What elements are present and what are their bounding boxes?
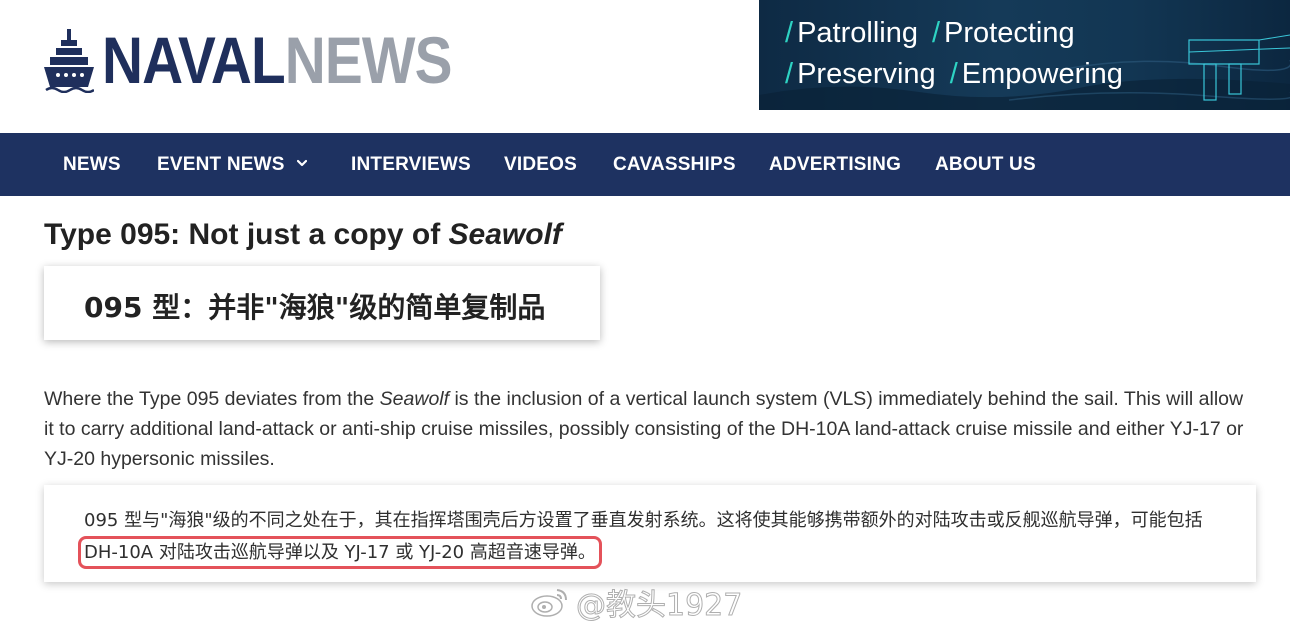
site-header: NAVAL NEWS / Patrolling / Protecting / Preser… [0,0,1290,133]
ad-line-1: / Patrolling / Protecting [785,17,1075,50]
watermark: @教头1927 [530,580,743,624]
nav-item-cavasships[interactable]: CAVASSHIPS [613,154,736,176]
watermark-text: @教头1927 [575,588,743,624]
ad-word-patrolling: Patrolling [797,17,918,49]
logo-news-text: NEWS [284,23,453,97]
logo-naval-text: NAVAL [102,23,286,97]
ad-word-protecting: Protecting [944,17,1075,49]
nav-item-advertising[interactable]: ADVERTISING [769,154,901,176]
article-section-heading: Type 095: Not just a copy of Seawolf [44,218,562,252]
chevron-down-icon [296,159,307,167]
nav-item-event-news-label: EVENT NEWS [157,154,285,175]
translation-heading-card: 095 型：并非"海狼"级的简单复制品 [44,266,600,340]
translation-paragraph-text: 095 型与"海狼"级的不同之处在于，其在指挥塔围壳后方设置了垂直发射系统。这将… [78,505,1224,569]
ad-slash: / [931,17,941,49]
main-nav: NEWS EVENT NEWS INTERVIEWS VIDEOS CAVASS… [0,133,1290,196]
ad-word-empowering: Empowering [961,58,1123,90]
nav-item-event-news[interactable]: EVENT NEWS [157,154,307,176]
nav-item-about-us[interactable]: ABOUT US [935,154,1036,176]
ad-line-2: / Preserving / Empowering [785,58,1123,91]
ad-banner[interactable]: / Patrolling / Protecting / Preserving / Empow… [759,0,1290,110]
article-paragraph: Where the Type 095 deviates from the Sea… [44,384,1254,474]
weibo-icon [531,589,567,617]
highlighted-text: DH-10A 对陆攻击巡航导弹以及 YJ-17 或 YJ-20 高超音速导弹。 [78,536,602,569]
ad-slash: / [949,58,958,90]
logo-wordmark: NAVAL NEWS [102,27,452,93]
ad-word-preserving: Preserving [797,58,936,90]
article-heading-emphasis: Seawolf [448,218,562,251]
article-paragraph-emphasis: Seawolf [379,388,450,410]
nav-item-interviews[interactable]: INTERVIEWS [351,154,471,176]
ad-slash: / [785,58,794,90]
nav-item-videos[interactable]: VIDEOS [504,154,577,176]
translation-heading-text: 095 型：并非"海狼"级的简单复制品 [84,291,546,324]
nav-item-news[interactable]: NEWS [63,154,121,176]
article-heading-text: Type 095: Not just a copy of [44,218,449,251]
ad-slash: / [785,17,794,49]
site-logo[interactable]: NAVAL NEWS [44,25,509,95]
ship-icon [44,29,94,93]
translation-paragraph-part1: 095 型与"海狼"级的不同之处在于，其在指挥塔围壳后方设置了垂直发射系统。这将… [84,510,1203,531]
article-paragraph-part1: Where the Type 095 deviates from the [44,388,380,410]
translation-paragraph-card: 095 型与"海狼"级的不同之处在于，其在指挥塔围壳后方设置了垂直发射系统。这将… [44,485,1256,582]
